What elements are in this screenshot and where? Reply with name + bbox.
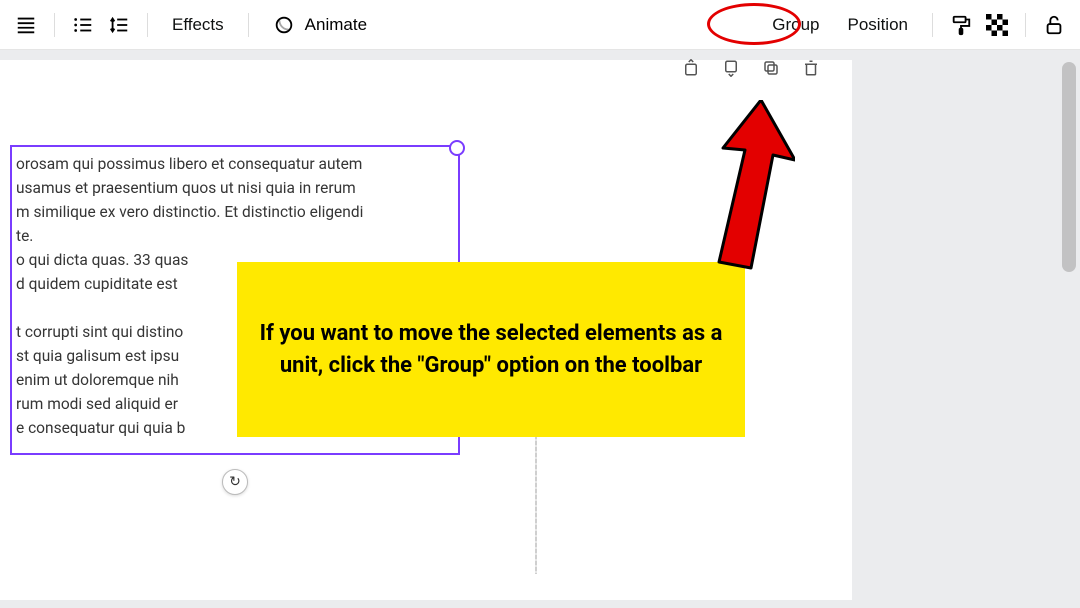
right-gutter xyxy=(852,50,1080,608)
lock-icon[interactable] xyxy=(1036,7,1072,43)
animate-button[interactable]: Animate xyxy=(259,7,381,43)
instruction-text: If you want to move the selected element… xyxy=(259,318,723,382)
canvas-area: orosam qui possimus libero et consequatu… xyxy=(0,50,1080,608)
instruction-callout: If you want to move the selected element… xyxy=(237,262,745,437)
scrollbar-thumb[interactable] xyxy=(1062,62,1076,272)
animate-label: Animate xyxy=(305,15,367,35)
paint-roller-icon[interactable] xyxy=(943,7,979,43)
rotate-handle[interactable]: ↻ xyxy=(222,469,248,495)
line-spacing-icon[interactable] xyxy=(101,7,137,43)
toolbar-divider xyxy=(1025,13,1026,37)
duplicate-page-icon[interactable] xyxy=(760,58,782,78)
toolbar-divider xyxy=(147,13,148,37)
animate-icon xyxy=(273,14,295,36)
page-controls xyxy=(680,58,822,78)
toolbar-divider xyxy=(248,13,249,37)
effects-button[interactable]: Effects xyxy=(158,7,238,43)
column-guide xyxy=(535,434,537,574)
toolbar-divider xyxy=(54,13,55,37)
bullet-list-icon[interactable] xyxy=(65,7,101,43)
top-toolbar: Effects Animate Group Position xyxy=(0,0,1080,50)
position-button[interactable]: Position xyxy=(834,7,922,43)
arrow-annotation xyxy=(703,100,795,270)
page-down-icon[interactable] xyxy=(720,58,742,78)
delete-page-icon[interactable] xyxy=(800,58,822,78)
toolbar-divider xyxy=(932,13,933,37)
transparency-icon[interactable] xyxy=(979,7,1015,43)
group-button[interactable]: Group xyxy=(758,7,833,43)
page-up-icon[interactable] xyxy=(680,58,702,78)
scrollbar[interactable] xyxy=(1062,56,1076,602)
text-align-icon[interactable] xyxy=(8,7,44,43)
